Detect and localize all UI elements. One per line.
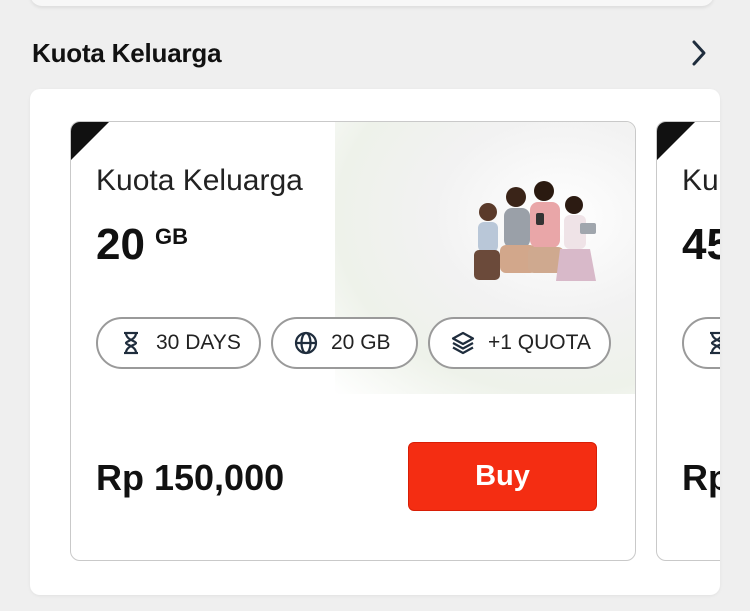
- package-size-value: 45: [682, 220, 720, 269]
- validity-chip: 30 DAYS: [96, 317, 261, 369]
- extra-quota-chip: +1 QUOTA: [428, 317, 611, 369]
- card-corner-ribbon: [657, 122, 695, 160]
- previous-section-edge: [30, 0, 714, 6]
- layers-icon: [450, 330, 476, 356]
- family-photo: [474, 181, 596, 281]
- extra-quota-label: +1 QUOTA: [488, 331, 591, 354]
- card-corner-ribbon: [71, 122, 109, 160]
- package-size: 45: [682, 220, 720, 270]
- package-size-unit: GB: [154, 224, 188, 249]
- package-price: Rp 150,000: [96, 457, 285, 498]
- section-header: Kuota Keluarga: [32, 36, 714, 70]
- package-title: Ku: [682, 164, 719, 197]
- section-title: Kuota Keluarga: [32, 38, 222, 68]
- globe-icon: [293, 330, 319, 356]
- package-title: Kuota Keluarga: [96, 164, 303, 197]
- hourglass-icon: [118, 330, 144, 356]
- chevron-right-icon: [692, 40, 706, 66]
- validity-label: 30 DAYS: [156, 331, 241, 354]
- package-size-value: 20: [96, 220, 145, 269]
- see-all-chevron-button[interactable]: [684, 38, 714, 68]
- data-quota-label: 20 GB: [331, 331, 391, 354]
- package-price: Rp: [682, 457, 720, 498]
- validity-chip: [682, 317, 720, 369]
- data-quota-chip: 20 GB: [271, 317, 418, 369]
- package-carousel[interactable]: Kuota Keluarga 20 GB 30 DAYS 20 GB +1 QU…: [30, 89, 720, 595]
- hourglass-icon: [704, 330, 720, 356]
- package-card[interactable]: Kuota Keluarga 20 GB 30 DAYS 20 GB +1 QU…: [70, 121, 636, 561]
- buy-button[interactable]: Buy: [408, 442, 597, 511]
- package-card-next[interactable]: Ku 45 Rp: [656, 121, 720, 561]
- package-size: 20 GB: [96, 220, 188, 270]
